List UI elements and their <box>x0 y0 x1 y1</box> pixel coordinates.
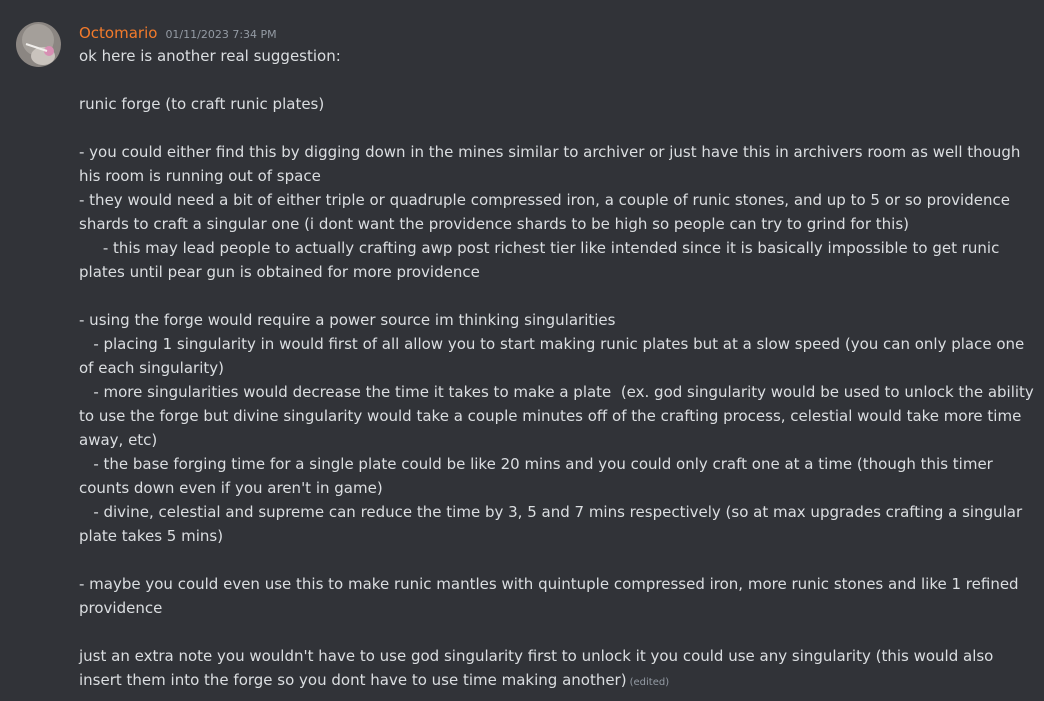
message-line <box>79 116 1039 140</box>
message-line: - divine, celestial and supreme can redu… <box>79 503 1027 545</box>
message-content: ok here is another real suggestion: runic… <box>79 44 1039 695</box>
message-header: Octomario 01/11/2023 7:34 PM <box>79 22 1044 44</box>
message-line: - more singularities would decrease the … <box>79 383 1039 449</box>
message-line <box>79 68 1039 92</box>
message-line: - maybe you could even use this to make … <box>79 575 1024 617</box>
message-line <box>79 284 1039 308</box>
message-line: - using the forge would require a power … <box>79 311 616 329</box>
message-line: - you could either find this by digging … <box>79 143 1026 185</box>
message-line <box>79 620 1039 644</box>
chat-message: Octomario 01/11/2023 7:34 PM ok here is … <box>0 0 1044 701</box>
message-line: - this may lead people to actually craft… <box>79 239 1005 281</box>
message-line: just an extra note you wouldn't have to … <box>79 647 999 689</box>
message-line: ok here is another real suggestion: <box>79 47 341 65</box>
message-line: runic forge (to craft runic plates) <box>79 95 325 113</box>
message-line <box>79 548 1039 572</box>
message-timestamp[interactable]: 01/11/2023 7:34 PM <box>165 24 276 46</box>
username[interactable]: Octomario <box>79 22 157 44</box>
user-avatar[interactable] <box>16 22 61 67</box>
avatar-image <box>16 22 61 67</box>
message-line: - the base forging time for a single pla… <box>79 455 998 497</box>
edited-indicator[interactable]: (edited) <box>630 677 670 688</box>
message-line: - they would need a bit of either triple… <box>79 191 1015 233</box>
message-line: - placing 1 singularity in would first o… <box>79 335 1030 377</box>
